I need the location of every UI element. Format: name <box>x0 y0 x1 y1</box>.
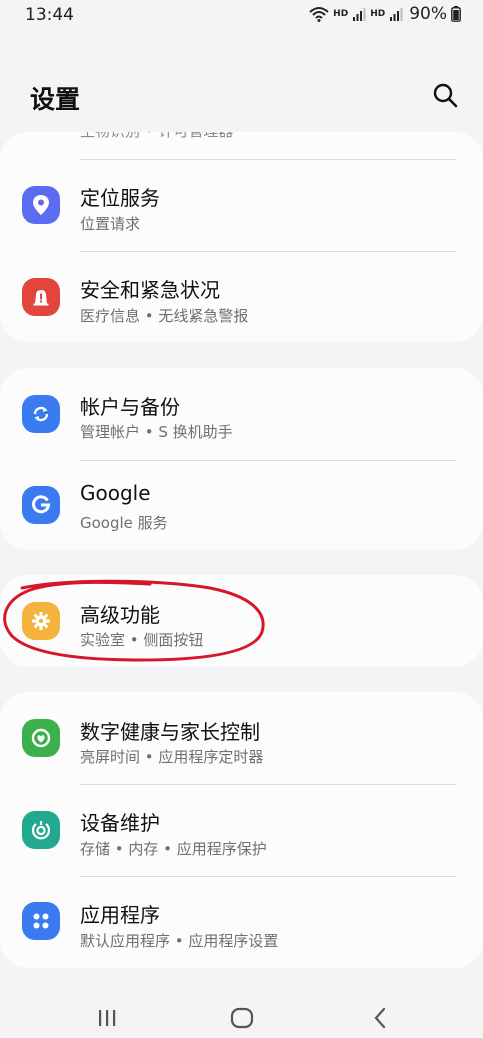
settings-item-safety-emergency[interactable]: 安全和紧急状况 医疗信息 • 无线紧急警报 <box>0 252 483 342</box>
advanced-features-icon <box>22 602 60 640</box>
emergency-icon <box>22 278 60 316</box>
back-icon <box>374 1007 386 1029</box>
wifi-icon <box>309 7 329 22</box>
settings-group-privacy-safety: 生物识别 • 许可管理器 定位服务 位置请求 安全和紧急状况 医疗信息 • 无线… <box>0 132 483 342</box>
settings-item-subtitle: 存储 • 内存 • 应用程序保护 <box>80 840 267 858</box>
status-icons: HD HD 90% <box>309 4 461 24</box>
settings-item-google[interactable]: Google Google 服务 <box>0 460 483 550</box>
settings-item-title: 数字健康与家长控制 <box>80 720 260 744</box>
back-button[interactable] <box>350 1003 410 1033</box>
settings-item-subtitle: 管理帐户 • S 换机助手 <box>80 423 233 441</box>
hd-badge: HD <box>333 9 349 19</box>
google-icon <box>22 486 60 524</box>
settings-item-subtitle: 实验室 • 侧面按钮 <box>80 631 204 649</box>
sync-icon <box>22 395 60 433</box>
settings-item-accounts-backup[interactable]: 帐户与备份 管理帐户 • S 换机助手 <box>0 368 483 460</box>
settings-item-subtitle: 医疗信息 • 无线紧急警报 <box>80 307 249 325</box>
settings-item-digital-wellbeing[interactable]: 数字健康与家长控制 亮屏时间 • 应用程序定时器 <box>0 692 483 784</box>
page-title: 设置 <box>30 85 81 114</box>
digital-wellbeing-icon <box>22 719 60 757</box>
home-icon <box>230 1007 254 1029</box>
status-time: 13:44 <box>25 5 74 25</box>
battery-percent: 90% <box>409 4 447 24</box>
settings-item-title: 应用程序 <box>80 903 160 927</box>
hd-badge: HD <box>370 9 386 19</box>
signal-icon <box>353 8 366 21</box>
navigation-bar <box>0 995 483 1038</box>
settings-group-system: 数字健康与家长控制 亮屏时间 • 应用程序定时器 设备维护 存储 • 内存 • … <box>0 692 483 968</box>
signal-icon <box>390 8 403 21</box>
recents-icon <box>99 1010 116 1026</box>
settings-item-title: 安全和紧急状况 <box>80 278 220 302</box>
apps-icon <box>22 902 60 940</box>
search-button[interactable] <box>428 78 462 112</box>
settings-item-title: 定位服务 <box>80 186 160 210</box>
settings-item-title: 帐户与备份 <box>80 395 180 419</box>
header: 设置 <box>0 70 483 120</box>
settings-item-device-care[interactable]: 设备维护 存储 • 内存 • 应用程序保护 <box>0 784 483 876</box>
clipped-subtitle: 生物识别 • 许可管理器 <box>80 132 233 141</box>
status-bar: 13:44 HD HD 90% <box>0 0 483 32</box>
settings-item-title: Google <box>80 481 151 505</box>
settings-item-advanced-features[interactable]: 高级功能 实验室 • 侧面按钮 <box>0 575 483 667</box>
settings-item-title: 设备维护 <box>80 811 160 835</box>
battery-icon <box>451 6 461 22</box>
home-button[interactable] <box>212 1003 272 1033</box>
settings-group-accounts: 帐户与备份 管理帐户 • S 换机助手 Google Google 服务 <box>0 368 483 550</box>
settings-item-title: 高级功能 <box>80 603 160 627</box>
location-pin-icon <box>22 186 60 224</box>
settings-group-advanced: 高级功能 实验室 • 侧面按钮 <box>0 575 483 667</box>
settings-item-subtitle: Google 服务 <box>80 514 168 532</box>
settings-item-subtitle: 亮屏时间 • 应用程序定时器 <box>80 748 264 766</box>
settings-item-subtitle: 位置请求 <box>80 215 141 233</box>
settings-item-subtitle: 默认应用程序 • 应用程序设置 <box>80 932 279 950</box>
settings-item-location[interactable]: 定位服务 位置请求 <box>0 160 483 252</box>
search-icon <box>433 83 458 108</box>
device-care-icon <box>22 811 60 849</box>
recents-button[interactable] <box>77 1003 137 1033</box>
settings-item-apps[interactable]: 应用程序 默认应用程序 • 应用程序设置 <box>0 876 483 968</box>
